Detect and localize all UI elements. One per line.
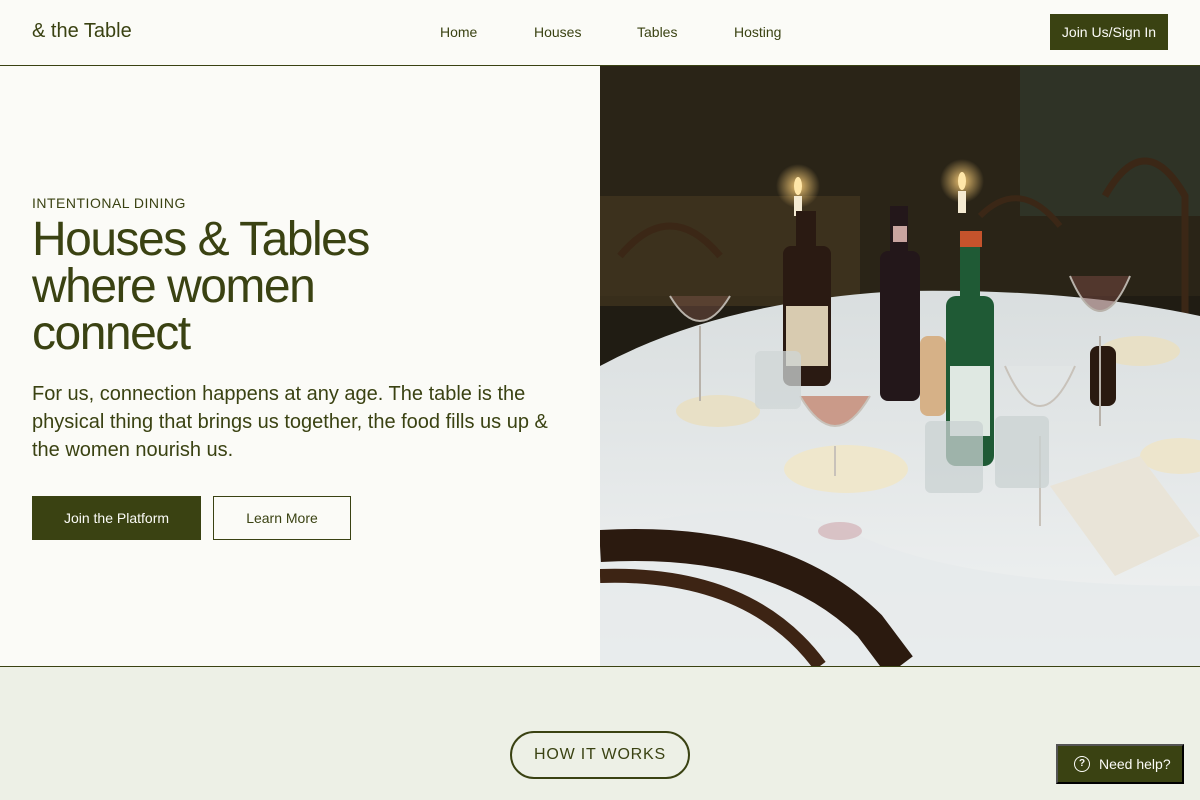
hero-dinner-table-photo xyxy=(600,66,1200,666)
question-circle-icon: ? xyxy=(1074,756,1090,772)
nav-tables[interactable]: Tables xyxy=(637,24,677,40)
hero-section: INTENTIONAL DINING Houses & Tables where… xyxy=(0,66,1200,667)
nav-houses[interactable]: Houses xyxy=(534,24,581,40)
how-it-works-pill[interactable]: HOW IT WORKS xyxy=(510,731,690,779)
join-signin-button[interactable]: Join Us/Sign In xyxy=(1050,14,1168,50)
hero-text-panel: INTENTIONAL DINING Houses & Tables where… xyxy=(0,66,600,666)
learn-more-button[interactable]: Learn More xyxy=(213,496,351,540)
join-platform-button[interactable]: Join the Platform xyxy=(32,496,201,540)
nav-hosting[interactable]: Hosting xyxy=(734,24,781,40)
dinner-table-illustration xyxy=(600,66,1200,666)
headline-line: Houses & Tables xyxy=(32,213,370,266)
site-header: & the Table Home Houses Tables Hosting J… xyxy=(0,0,1200,66)
hero-intro: For us, connection happens at any age. T… xyxy=(32,383,548,461)
headline-line: connect xyxy=(32,307,191,360)
headline-line: where women xyxy=(32,260,316,313)
need-help-label: Need help? xyxy=(1099,756,1171,772)
hero-headline: Houses & Tables where women connect xyxy=(32,213,452,360)
main-nav: Home Houses Tables Hosting xyxy=(0,24,1200,42)
nav-home[interactable]: Home xyxy=(440,24,477,40)
need-help-button[interactable]: ? Need help? xyxy=(1056,744,1184,784)
hero-eyebrow: INTENTIONAL DINING xyxy=(32,195,186,211)
how-it-works-section: HOW IT WORKS xyxy=(0,667,1200,800)
